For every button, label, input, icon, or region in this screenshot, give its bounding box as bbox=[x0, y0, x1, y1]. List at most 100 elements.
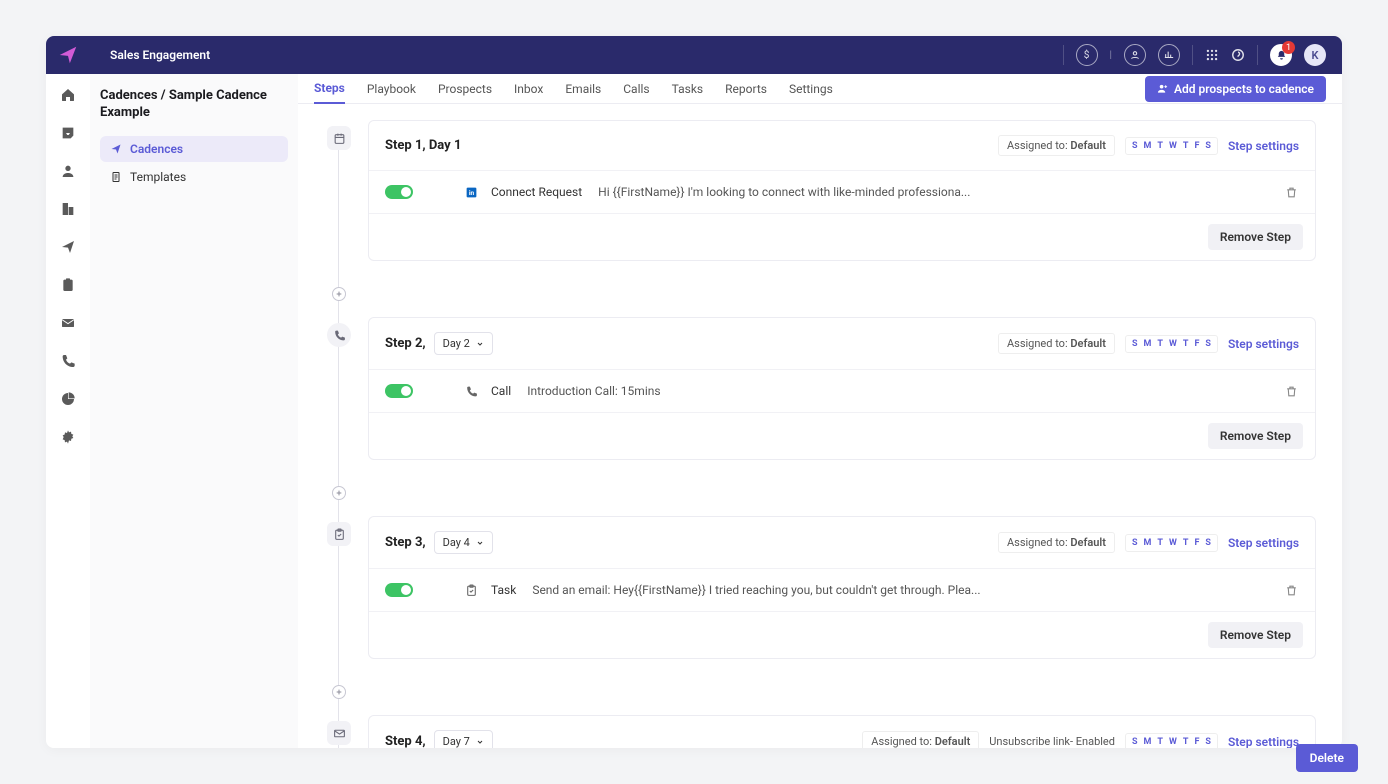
currency-icon[interactable]: $ bbox=[1076, 44, 1098, 66]
weekday-strip[interactable]: SMTWTFS bbox=[1125, 733, 1218, 749]
breadcrumb: Cadences / Sample Cadence Example bbox=[100, 88, 288, 122]
rail-mail-icon[interactable] bbox=[59, 314, 77, 332]
trash-icon[interactable] bbox=[1285, 186, 1299, 199]
tab-playbook[interactable]: Playbook bbox=[367, 75, 416, 103]
topbar: Sales Engagement $ | bbox=[46, 36, 1342, 74]
day-select[interactable]: Day 4 bbox=[434, 531, 493, 554]
add-step-button[interactable] bbox=[332, 287, 346, 301]
step-block: Step 3, Day 4 Assigned to: Default SMTWTFS S… bbox=[324, 516, 1316, 659]
step-toggle[interactable] bbox=[385, 384, 413, 398]
rail-pie-icon[interactable] bbox=[59, 390, 77, 408]
step-row: Task Send an email: Hey{{FirstName}} I tr… bbox=[369, 569, 1315, 612]
rail-building-icon[interactable] bbox=[59, 200, 77, 218]
side-panel: Cadences / Sample Cadence Example Cadenc… bbox=[90, 74, 298, 748]
step-settings-link[interactable]: Step settings bbox=[1228, 337, 1299, 351]
task-icon bbox=[465, 584, 479, 597]
rail-clipboard-icon[interactable] bbox=[59, 276, 77, 294]
step-settings-link[interactable]: Step settings bbox=[1228, 536, 1299, 550]
step-card: Step 1, Day 1 Assigned to: Default SMTWTFS… bbox=[368, 120, 1316, 261]
chart-icon[interactable] bbox=[1158, 44, 1180, 66]
step-description: Hi {{FirstName}} I'm looking to connect … bbox=[598, 185, 970, 199]
assigned-to[interactable]: Assigned to: Default bbox=[998, 333, 1115, 354]
step-block: Step 1, Day 1 Assigned to: Default SMTWTFS… bbox=[324, 120, 1316, 261]
chevron-down-icon bbox=[476, 539, 484, 547]
separator-dot: | bbox=[1110, 50, 1112, 61]
main-column: Steps Playbook Prospects Inbox Emails Ca… bbox=[298, 74, 1342, 748]
user-avatar[interactable]: K bbox=[1304, 44, 1326, 66]
remove-step-button[interactable]: Remove Step bbox=[1208, 622, 1303, 648]
task-marker-icon bbox=[327, 522, 351, 546]
step-type-label: Call bbox=[491, 384, 511, 398]
svg-text:in: in bbox=[469, 189, 475, 197]
tab-tasks[interactable]: Tasks bbox=[672, 75, 704, 103]
step-settings-link[interactable]: Step settings bbox=[1228, 139, 1299, 153]
assigned-to[interactable]: Assigned to: Default bbox=[998, 532, 1115, 553]
step-row: Call Introduction Call: 15mins bbox=[369, 370, 1315, 413]
apps-grid-icon[interactable] bbox=[1205, 48, 1219, 62]
chevron-down-icon bbox=[476, 340, 484, 348]
add-step-button[interactable] bbox=[332, 486, 346, 500]
remove-step-button[interactable]: Remove Step bbox=[1208, 224, 1303, 250]
notifications-button[interactable]: 1 bbox=[1270, 44, 1292, 66]
phone-marker-icon bbox=[327, 323, 351, 347]
tab-inbox[interactable]: Inbox bbox=[514, 75, 543, 103]
person-plus-icon bbox=[1157, 83, 1168, 94]
tab-steps[interactable]: Steps bbox=[314, 74, 345, 104]
rail-send-icon[interactable] bbox=[59, 238, 77, 256]
step-row: in Connect Request Hi {{FirstName}} I'm lo… bbox=[369, 171, 1315, 214]
linkedin-icon: in bbox=[465, 186, 479, 199]
add-step-button[interactable] bbox=[332, 685, 346, 699]
sidebar-item-label: Templates bbox=[130, 170, 186, 184]
weekday-strip[interactable]: SMTWTFS bbox=[1125, 534, 1218, 552]
trash-icon[interactable] bbox=[1285, 385, 1299, 398]
content-area: Step 1, Day 1 Assigned to: Default SMTWTFS… bbox=[298, 104, 1342, 748]
step-type-label: Connect Request bbox=[491, 185, 582, 199]
step-block: Step 4, Day 7 Assigned to: Default Unsubscr… bbox=[324, 715, 1316, 748]
delete-button[interactable]: Delete bbox=[1296, 744, 1342, 748]
step-card: Step 4, Day 7 Assigned to: Default Unsubscr… bbox=[368, 715, 1316, 748]
nav-rail bbox=[46, 74, 90, 748]
step-description: Send an email: Hey{{FirstName}} I tried … bbox=[532, 583, 980, 597]
tab-emails[interactable]: Emails bbox=[565, 75, 601, 103]
remove-step-button[interactable]: Remove Step bbox=[1208, 423, 1303, 449]
step-card: Step 3, Day 4 Assigned to: Default SMTWTFS S… bbox=[368, 516, 1316, 659]
help-icon[interactable] bbox=[1231, 48, 1245, 62]
trash-icon[interactable] bbox=[1285, 584, 1299, 597]
weekday-strip[interactable]: SMTWTFS bbox=[1125, 335, 1218, 353]
rail-gear-icon[interactable] bbox=[59, 428, 77, 446]
step-settings-link[interactable]: Step settings bbox=[1228, 735, 1299, 749]
unsubscribe-info: Unsubscribe link- Enabled bbox=[989, 732, 1115, 748]
send-icon bbox=[110, 143, 122, 155]
tab-reports[interactable]: Reports bbox=[725, 75, 767, 103]
step-title: Step 3, bbox=[385, 535, 426, 550]
step-title: Step 4, bbox=[385, 734, 426, 748]
day-select[interactable]: Day 7 bbox=[434, 730, 493, 748]
add-prospects-button[interactable]: Add prospects to cadence bbox=[1145, 76, 1326, 102]
step-toggle[interactable] bbox=[385, 583, 413, 597]
module-title[interactable]: Sales Engagement bbox=[90, 36, 230, 74]
step-title: Step 1, Day 1 bbox=[385, 138, 461, 153]
user-icon[interactable] bbox=[1124, 44, 1146, 66]
rail-home-icon[interactable] bbox=[59, 86, 77, 104]
assigned-to[interactable]: Assigned to: Default bbox=[862, 731, 979, 748]
rail-person-icon[interactable] bbox=[59, 162, 77, 180]
assigned-to[interactable]: Assigned to: Default bbox=[998, 135, 1115, 156]
sidebar-item-templates[interactable]: Templates bbox=[100, 164, 288, 190]
chevron-down-icon bbox=[476, 738, 484, 746]
sidebar-item-label: Cadences bbox=[130, 142, 183, 156]
rail-phone-icon[interactable] bbox=[59, 352, 77, 370]
document-icon bbox=[110, 171, 122, 183]
calendar-marker-icon bbox=[327, 126, 351, 150]
app-window: Sales Engagement $ | bbox=[46, 36, 1342, 748]
step-type-label: Task bbox=[491, 583, 516, 597]
step-toggle[interactable] bbox=[385, 185, 413, 199]
tab-settings[interactable]: Settings bbox=[789, 75, 833, 103]
tab-calls[interactable]: Calls bbox=[623, 75, 649, 103]
sidebar-item-cadences[interactable]: Cadences bbox=[100, 136, 288, 162]
rail-inbox-icon[interactable] bbox=[59, 124, 77, 142]
brand-logo[interactable] bbox=[46, 36, 90, 74]
weekday-strip[interactable]: SMTWTFS bbox=[1125, 137, 1218, 155]
day-select[interactable]: Day 2 bbox=[434, 332, 493, 355]
step-description: Introduction Call: 15mins bbox=[527, 384, 660, 398]
tab-prospects[interactable]: Prospects bbox=[438, 75, 492, 103]
